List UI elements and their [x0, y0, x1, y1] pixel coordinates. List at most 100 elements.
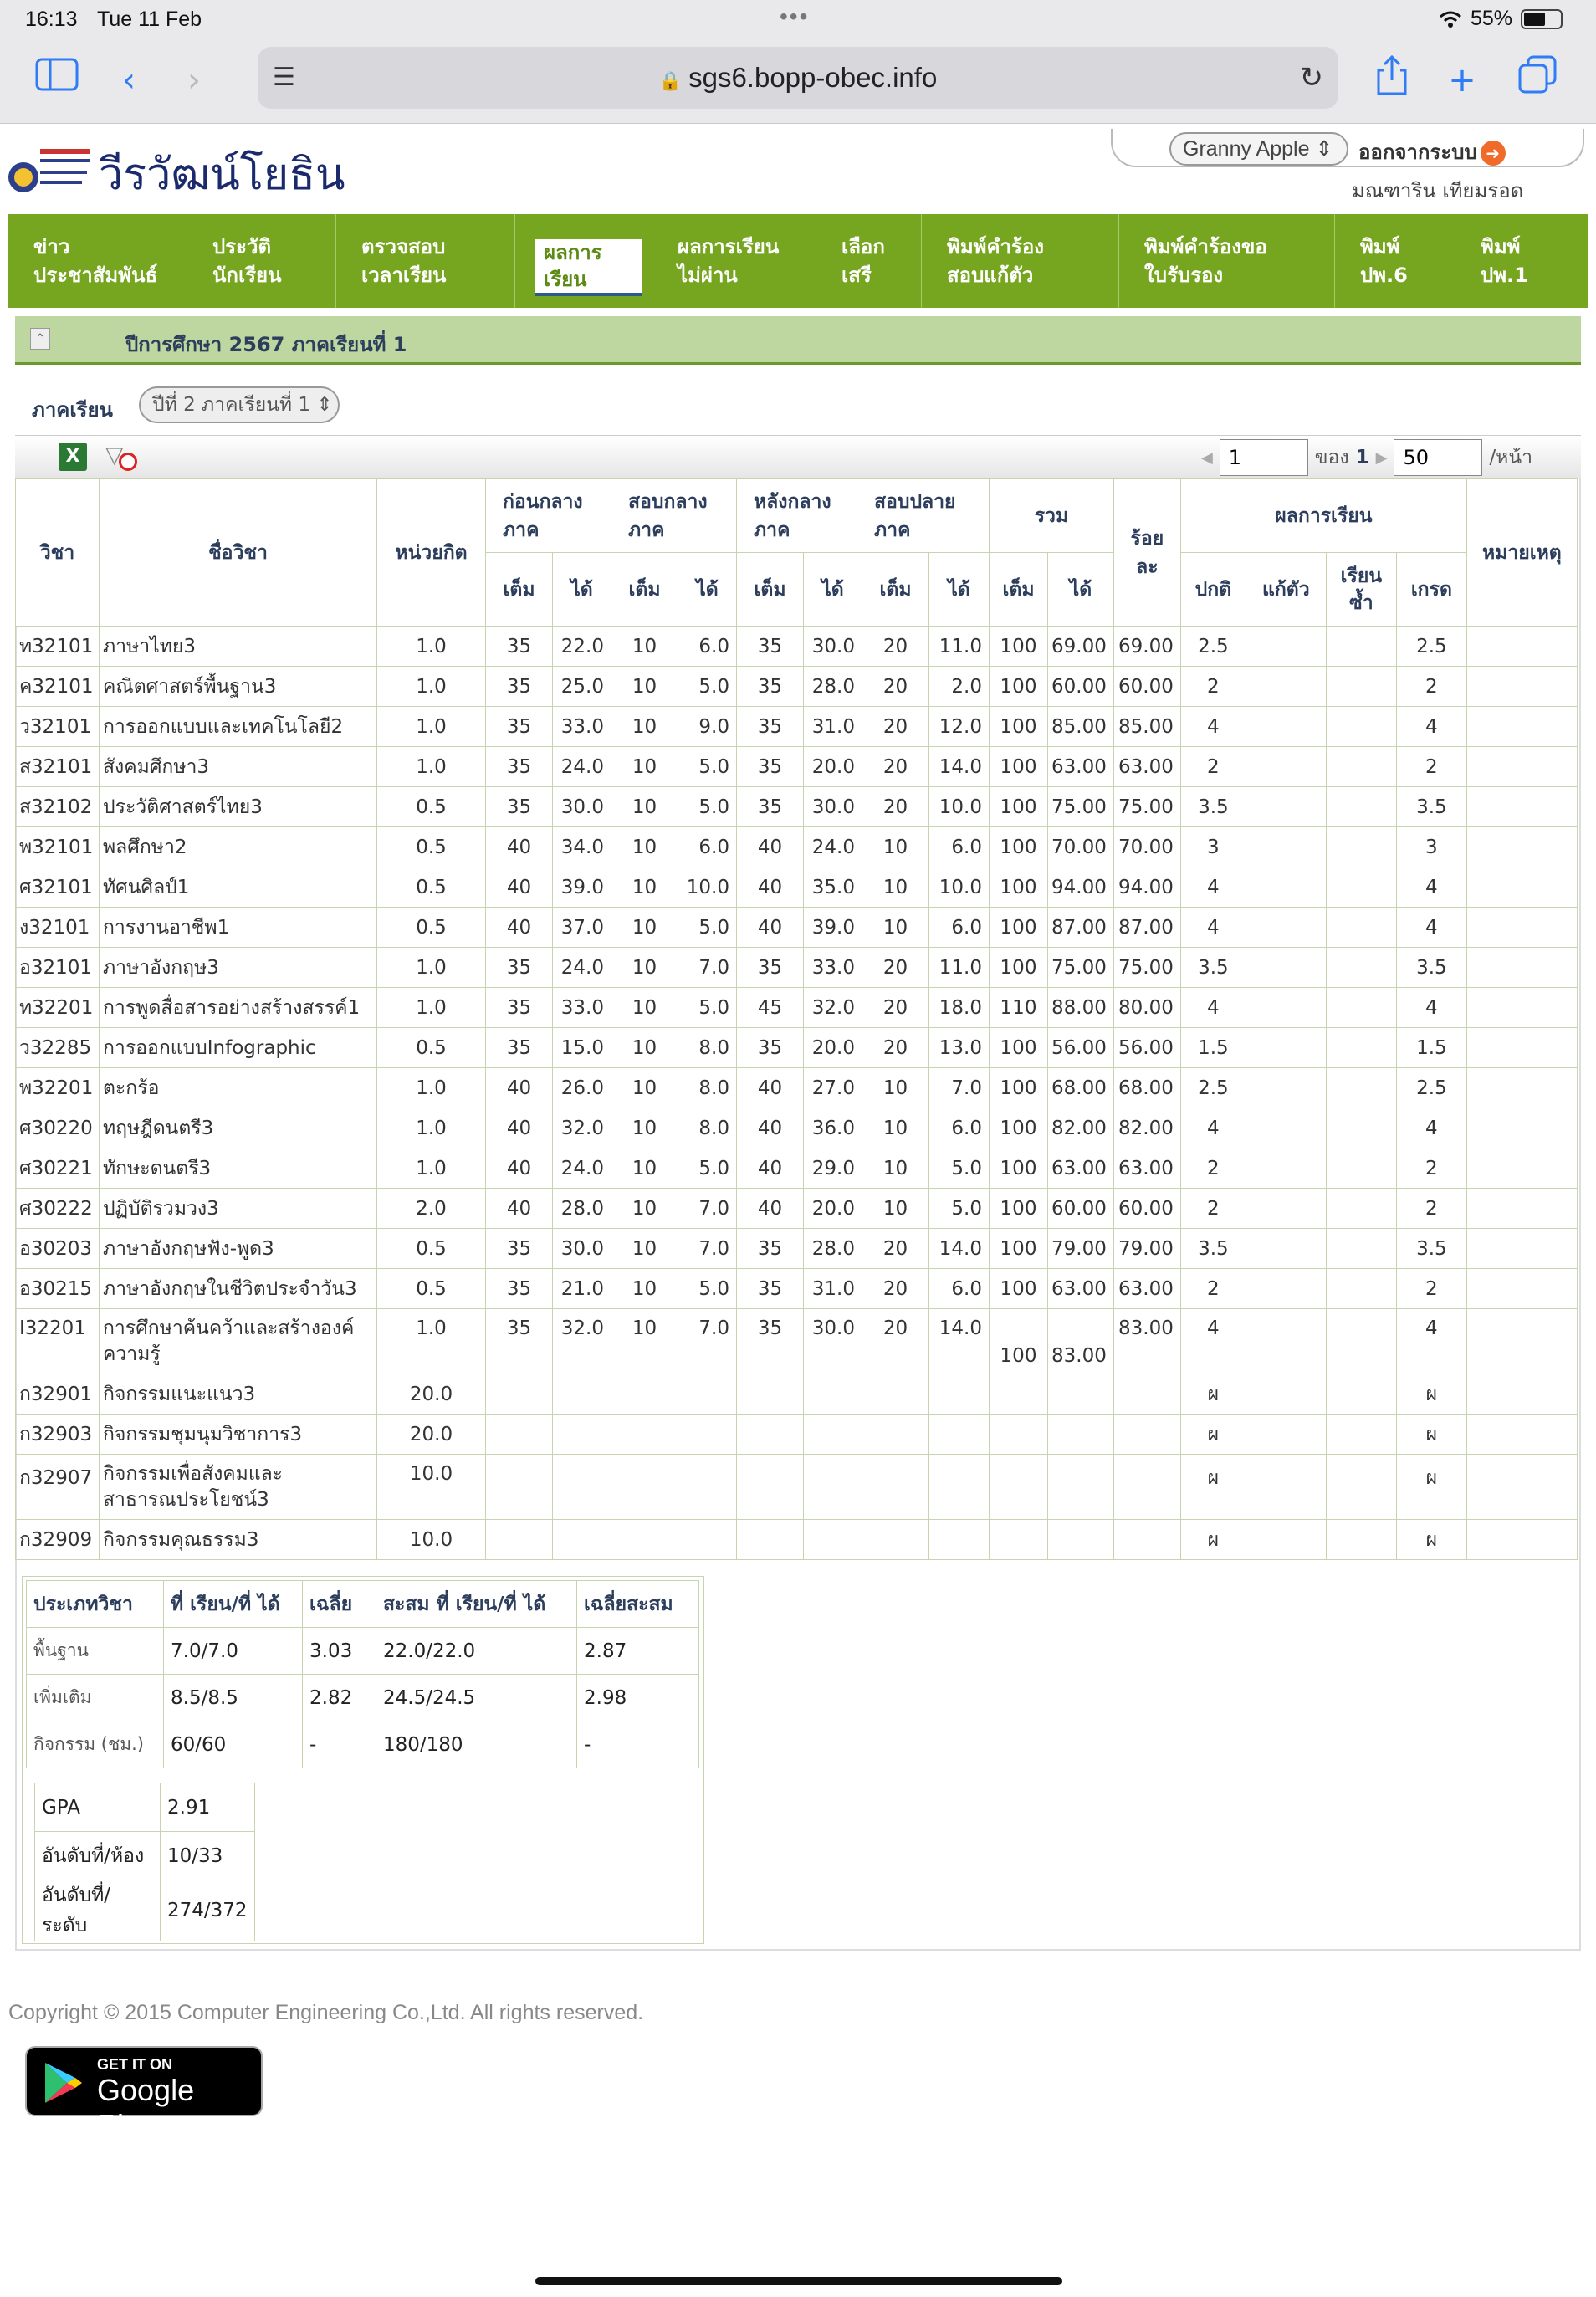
- table-cell: 40: [736, 1188, 804, 1229]
- table-cell: 35: [736, 746, 804, 787]
- reload-icon[interactable]: ↻: [1300, 47, 1324, 109]
- nav-student-profile[interactable]: ประวัติ นักเรียน: [187, 214, 336, 308]
- table-cell: [736, 1374, 804, 1415]
- nav-label: สอบแก้ตัว: [947, 263, 1034, 287]
- table-cell: 10: [611, 826, 678, 867]
- table-cell: [1466, 1454, 1578, 1520]
- url-bar[interactable]: ☰ 🔒 sgs6.bopp-obec.info ↻: [258, 47, 1338, 109]
- table-cell: [862, 1374, 929, 1415]
- multitask-dots-icon[interactable]: •••: [780, 3, 809, 30]
- chevron-updown-icon: ⇕: [316, 394, 333, 416]
- table-cell: ทัศนศิลป์1: [99, 867, 377, 908]
- table-row: ศ32101 ทัศนศิลป์1 0.5 40 39.0 10 10.0 40 35.0 10 1…: [15, 867, 1578, 908]
- sidebar-icon[interactable]: [32, 55, 82, 105]
- excel-export-icon[interactable]: X: [59, 443, 87, 471]
- table-cell: 100: [989, 746, 1048, 787]
- nav-label: พิมพ์คำร้อง: [947, 235, 1045, 258]
- page-size-input[interactable]: [1394, 439, 1483, 476]
- new-tab-icon[interactable]: +: [1437, 55, 1487, 105]
- battery-percent: 55%: [1470, 7, 1512, 30]
- table-cell: [611, 1414, 678, 1455]
- table-cell: 10: [611, 1268, 678, 1309]
- clear-filter-icon[interactable]: ▽: [105, 441, 139, 474]
- table-row: พ32101 พลศึกษา2 0.5 40 34.0 10 6.0 40 24.0 10 6.0 1…: [15, 826, 1578, 867]
- page-input[interactable]: [1219, 439, 1308, 476]
- table-cell: 20.0: [803, 746, 862, 787]
- prev-page-icon[interactable]: ◀: [1201, 449, 1213, 467]
- table-cell: 15.0: [552, 1027, 611, 1068]
- table-cell: 4: [1179, 1308, 1246, 1374]
- next-page-icon[interactable]: ▶: [1376, 449, 1388, 467]
- table-cell: I32201: [15, 1308, 100, 1374]
- table-cell: 10: [611, 626, 678, 667]
- home-indicator[interactable]: [535, 2277, 1062, 2285]
- table-cell: 0.5: [376, 907, 486, 948]
- table-cell: ผ: [1395, 1519, 1467, 1560]
- tabs-icon[interactable]: [1512, 55, 1563, 105]
- table-row: ง32101 การงานอาชีพ1 0.5 40 37.0 10 5.0 40 39.0 10…: [15, 907, 1578, 948]
- nav-print-pp6[interactable]: พิมพ์ ปพ.6: [1335, 214, 1455, 308]
- summary-cell: 180/180: [376, 1721, 577, 1768]
- nav-free-elective[interactable]: เลือก เสรี: [816, 214, 922, 308]
- table-cell: 56.00: [1047, 1027, 1114, 1068]
- table-cell: 35: [736, 947, 804, 988]
- table-cell: 79.00: [1113, 1228, 1181, 1269]
- table-cell: ปฏิบัติรวมวง3: [99, 1188, 377, 1229]
- table-cell: [678, 1374, 737, 1415]
- summary-row: พื้นฐาน 7.0/7.0 3.03 22.0/22.0 2.87: [26, 1627, 699, 1675]
- term-select[interactable]: ปีที่ 2 ภาคเรียนที่ 1 ⇕: [139, 386, 340, 423]
- table-cell: [1325, 1414, 1397, 1455]
- table-cell: [1466, 907, 1578, 948]
- col-got: ได้: [678, 552, 737, 627]
- col-group-post-midterm: หลังกลาง ภาค: [736, 478, 862, 553]
- table-cell: 35: [736, 1027, 804, 1068]
- share-icon[interactable]: [1367, 54, 1417, 105]
- term-label: ภาคเรียน: [32, 398, 113, 422]
- table-cell: 40: [736, 826, 804, 867]
- logout-button[interactable]: ออกจากระบบ ➜: [1358, 136, 1506, 168]
- user-select[interactable]: Granny Apple ⇕: [1169, 132, 1348, 166]
- summary-header: สะสม ที่ เรียน/ที่ ได้: [376, 1580, 577, 1628]
- collapse-icon[interactable]: ⌃: [30, 328, 50, 350]
- rank-level-label: อันดับที่/ระดับ: [34, 1880, 161, 1941]
- table-cell: ตะกร้อ: [99, 1067, 377, 1108]
- col-full: เต็ม: [989, 552, 1048, 627]
- table-cell: 2: [1395, 1148, 1467, 1189]
- nav-print-retest[interactable]: พิมพ์คำร้องสอบแก้ตัว: [922, 214, 1119, 308]
- table-cell: 63.00: [1047, 1148, 1114, 1189]
- table-cell: อ30203: [15, 1228, 100, 1269]
- table-cell: [989, 1454, 1048, 1520]
- nav-print-certificate[interactable]: พิมพ์คำร้องขอ ใบรับรอง: [1119, 214, 1335, 308]
- col-got: ได้: [928, 552, 990, 627]
- nav-news[interactable]: ข่าว ประชาสัมพันธ์: [8, 214, 187, 308]
- reader-icon[interactable]: ☰: [273, 47, 295, 109]
- table-cell: [1113, 1454, 1181, 1520]
- table-cell: 7.0: [678, 1188, 737, 1229]
- table-cell: 6.0: [928, 826, 990, 867]
- nav-print-pp1[interactable]: พิมพ์ ปพ.1: [1455, 214, 1588, 308]
- table-row: I32201 การศึกษาค้นคว้าและสร้างองค์ความรู้…: [15, 1308, 1578, 1374]
- table-cell: 18.0: [928, 987, 990, 1028]
- table-cell: 2: [1179, 666, 1246, 707]
- table-cell: 0.5: [376, 1027, 486, 1068]
- forward-icon[interactable]: ›: [169, 55, 219, 105]
- table-cell: 20.0: [376, 1374, 486, 1415]
- table-cell: [1325, 1374, 1397, 1415]
- table-cell: 80.00: [1113, 987, 1181, 1028]
- grid-toolbar: X ▽ ◀ ของ 1 ▶ /หน้า: [15, 435, 1581, 478]
- google-play-badge[interactable]: GET IT ON Google Play: [25, 2046, 263, 2142]
- table-cell: 3.5: [1395, 947, 1467, 988]
- section-title: ปีการศึกษา 2567 ภาคเรียนที่ 1: [125, 333, 407, 356]
- nav-label: ประวัติ: [212, 235, 272, 258]
- table-cell: 35: [736, 1268, 804, 1309]
- table-cell: [862, 1519, 929, 1560]
- nav-attendance[interactable]: ตรวจสอบ เวลาเรียน: [336, 214, 515, 308]
- table-cell: 14.0: [928, 1228, 990, 1269]
- table-cell: [1466, 1374, 1578, 1415]
- table-cell: 2: [1395, 1268, 1467, 1309]
- back-icon[interactable]: ‹: [104, 55, 154, 105]
- table-cell: 24.0: [552, 1148, 611, 1189]
- nav-grades[interactable]: ผลการ เรียน: [515, 214, 652, 308]
- table-cell: 2: [1179, 746, 1246, 787]
- nav-failed-grades[interactable]: ผลการเรียน ไม่ผ่าน: [652, 214, 816, 308]
